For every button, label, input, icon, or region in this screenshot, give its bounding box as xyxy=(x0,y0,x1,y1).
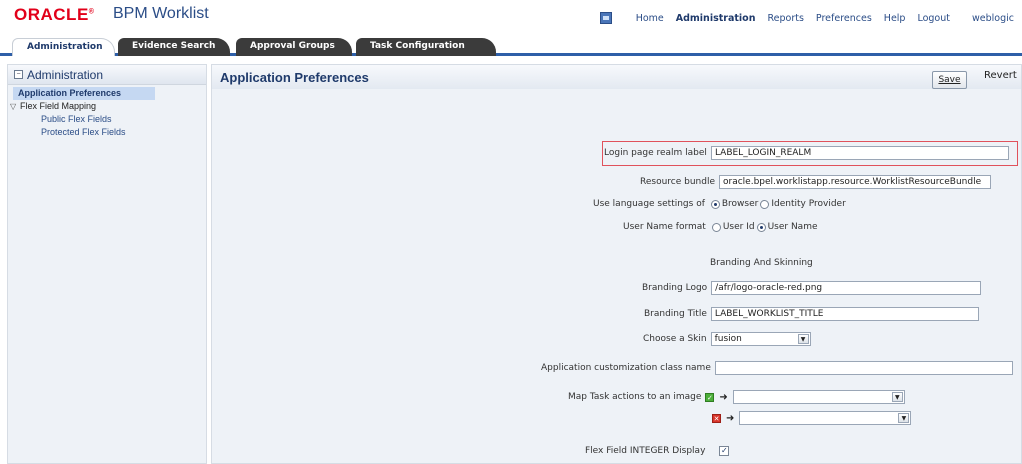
nav-home-link[interactable]: Home xyxy=(636,13,664,24)
tree-item-application-preferences[interactable]: Application Preferences xyxy=(13,87,155,100)
language-browser-radio[interactable] xyxy=(710,199,720,209)
expand-icon[interactable]: ▽ xyxy=(10,100,18,113)
nav-preferences-link[interactable]: Preferences xyxy=(816,13,872,24)
tree-item-public-flex-fields[interactable]: Public Flex Fields xyxy=(8,113,206,126)
branding-title-row: Branding Title LABEL_WORKLIST_TITLE xyxy=(644,307,979,321)
flex-integer-row: Flex Field INTEGER Display ✓ xyxy=(585,446,730,456)
worklist-icon[interactable] xyxy=(599,12,612,24)
language-settings-label: Use language settings of xyxy=(593,199,705,209)
flex-integer-checkbox[interactable]: ✓ xyxy=(719,446,730,456)
user-name-link[interactable]: weblogic xyxy=(972,13,1014,24)
resource-bundle-row: Resource bundle oracle.bpel.worklistapp.… xyxy=(640,175,992,189)
branding-title-label: Branding Title xyxy=(644,309,707,319)
arrow-right-icon: ➜ xyxy=(726,412,735,424)
tab-administration[interactable]: Administration xyxy=(12,38,115,56)
reject-icon: ✕ xyxy=(712,413,721,423)
language-browser-label: Browser xyxy=(721,199,759,209)
tree-item-flex-field-mapping[interactable]: ▽ Flex Field Mapping xyxy=(8,100,206,113)
approve-icon: ✓ xyxy=(705,392,715,402)
oracle-logo: ORACLE® xyxy=(14,5,94,25)
map-task-actions-row: Map Task actions to an image ✓ ➜ ▼ xyxy=(568,390,905,404)
app-header: ORACLE® BPM Worklist Home Administration… xyxy=(0,0,1022,38)
skin-label: Choose a Skin xyxy=(643,334,707,344)
admin-nav-panel: − Administration Application Preferences… xyxy=(7,64,207,464)
dropdown-arrow-icon[interactable]: ▼ xyxy=(797,334,809,344)
global-nav: Home Administration Reports Preferences … xyxy=(599,12,1014,24)
dropdown-arrow-icon[interactable]: ▼ xyxy=(891,392,903,402)
resource-bundle-label: Resource bundle xyxy=(640,177,716,187)
username-format-user-name-radio[interactable] xyxy=(756,222,766,232)
nav-logout-link[interactable]: Logout xyxy=(917,13,950,24)
branding-title-input[interactable]: LABEL_WORKLIST_TITLE xyxy=(710,307,979,321)
customization-class-row: Application customization class name xyxy=(541,361,1013,375)
language-settings-row: Use language settings of Browser Identit… xyxy=(593,199,846,209)
admin-panel-title: Administration xyxy=(27,67,104,82)
main-header: Application Preferences xyxy=(212,65,1021,89)
logo-registered-mark: ® xyxy=(88,8,95,16)
map-task-actions-reject-row: ✕ ➜ ▼ xyxy=(712,411,912,425)
skin-select-value: fusion xyxy=(714,334,742,344)
branding-logo-label: Branding Logo xyxy=(642,283,708,293)
collapse-icon[interactable]: − xyxy=(14,70,23,79)
nav-reports-link[interactable]: Reports xyxy=(767,13,803,24)
approve-image-select[interactable]: ▼ xyxy=(732,390,905,404)
username-format-user-name-label: User Name xyxy=(767,222,818,232)
tab-task-configuration[interactable]: Task Configuration xyxy=(356,38,496,56)
branding-logo-input[interactable]: /afr/logo-oracle-red.png xyxy=(711,281,982,295)
dropdown-arrow-icon[interactable]: ▼ xyxy=(898,413,910,423)
tab-evidence-search[interactable]: Evidence Search xyxy=(118,38,230,56)
login-realm-input[interactable]: LABEL_LOGIN_REALM xyxy=(710,146,1009,160)
nav-help-link[interactable]: Help xyxy=(884,13,906,24)
arrow-right-icon: ➜ xyxy=(719,391,728,403)
tab-bar: Administration Evidence Search Approval … xyxy=(0,37,1022,56)
main-content-panel: Application Preferences Save Revert Logi… xyxy=(211,64,1022,464)
username-format-label: User Name format xyxy=(623,222,706,232)
username-format-row: User Name format User Id User Name xyxy=(623,222,818,232)
branding-logo-row: Branding Logo /afr/logo-oracle-red.png xyxy=(642,281,982,295)
tree-item-label: Flex Field Mapping xyxy=(20,101,97,111)
logo-text: ORACLE xyxy=(14,5,89,24)
tree-item-protected-flex-fields[interactable]: Protected Flex Fields xyxy=(8,126,206,139)
language-identity-provider-label: Identity Provider xyxy=(771,199,846,209)
language-identity-provider-radio[interactable] xyxy=(760,199,770,209)
map-task-actions-label: Map Task actions to an image xyxy=(568,392,702,402)
nav-administration-link[interactable]: Administration xyxy=(676,13,756,24)
flex-integer-label: Flex Field INTEGER Display xyxy=(585,446,706,456)
reject-image-select[interactable]: ▼ xyxy=(739,411,912,425)
app-title: BPM Worklist xyxy=(113,5,209,22)
page-title: Application Preferences xyxy=(220,70,369,85)
revert-button[interactable]: Revert xyxy=(984,70,1017,81)
skin-select[interactable]: fusion ▼ xyxy=(710,332,811,346)
resource-bundle-input[interactable]: oracle.bpel.worklistapp.resource.Worklis… xyxy=(719,175,992,189)
admin-tree: Application Preferences ▽ Flex Field Mapp… xyxy=(8,85,206,139)
tab-approval-groups[interactable]: Approval Groups xyxy=(236,38,352,56)
save-button[interactable]: Save xyxy=(932,71,967,89)
username-format-user-id-radio[interactable] xyxy=(711,222,721,232)
customization-class-label: Application customization class name xyxy=(541,363,711,373)
branding-section-title: Branding And Skinning xyxy=(710,258,813,268)
username-format-user-id-label: User Id xyxy=(722,222,755,232)
admin-panel-header: − Administration xyxy=(8,65,206,85)
skin-row: Choose a Skin fusion ▼ xyxy=(643,332,811,346)
customization-class-input[interactable] xyxy=(714,361,1013,375)
login-realm-label: Login page realm label xyxy=(604,148,707,158)
login-realm-row: Login page realm label LABEL_LOGIN_REALM xyxy=(604,146,1009,160)
